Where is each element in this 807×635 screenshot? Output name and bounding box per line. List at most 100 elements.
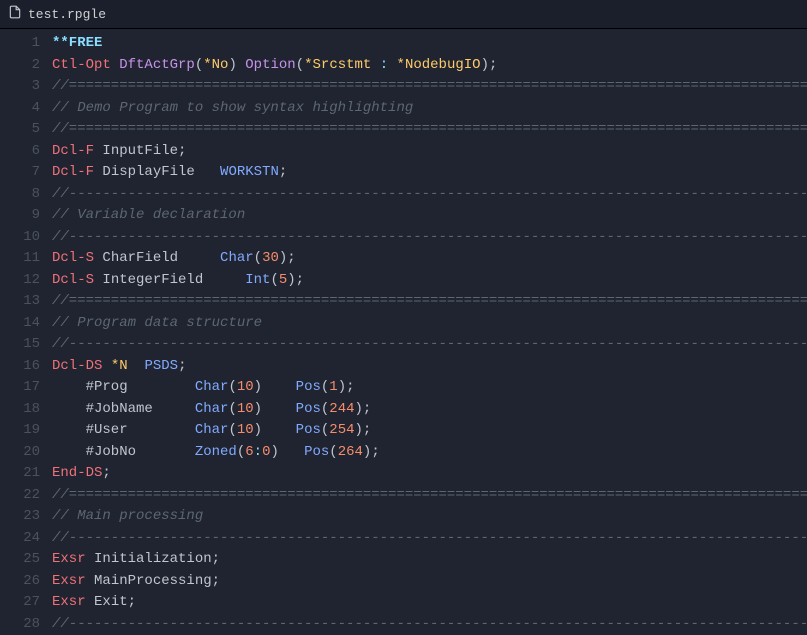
line-number: 27 <box>0 592 40 614</box>
line-number: 23 <box>0 506 40 528</box>
line-number: 5 <box>0 119 40 141</box>
token-num: 30 <box>262 250 279 266</box>
code-line[interactable]: Dcl-S CharField Char(30); <box>52 248 807 270</box>
code-line[interactable]: Dcl-S IntegerField Int(5); <box>52 270 807 292</box>
code-line[interactable]: #Prog Char(10) Pos(1); <box>52 377 807 399</box>
token-op: : <box>380 57 388 73</box>
token-pun: ); <box>287 272 304 288</box>
token-type: Pos <box>296 401 321 417</box>
token-pun: ( <box>195 57 203 73</box>
line-number: 6 <box>0 141 40 163</box>
token-pun: ) <box>254 379 296 395</box>
token-txt <box>371 57 379 73</box>
line-number: 8 <box>0 184 40 206</box>
code-line[interactable]: Exsr Exit; <box>52 592 807 614</box>
code-line[interactable]: //--------------------------------------… <box>52 614 807 635</box>
code-line[interactable]: //--------------------------------------… <box>52 227 807 249</box>
code-line[interactable]: //======================================… <box>52 291 807 313</box>
token-txt: InputFile; <box>94 143 186 159</box>
token-txt: #User <box>52 422 195 438</box>
code-line[interactable]: //--------------------------------------… <box>52 334 807 356</box>
token-cmt: //======================================… <box>52 487 807 503</box>
token-pun: ) <box>228 57 245 73</box>
line-number: 18 <box>0 399 40 421</box>
token-pun: ) <box>254 401 296 417</box>
line-number: 26 <box>0 571 40 593</box>
line-number: 22 <box>0 485 40 507</box>
token-pun: ); <box>355 422 372 438</box>
token-cmt: //======================================… <box>52 121 807 137</box>
token-pun: ( <box>254 250 262 266</box>
token-type: Char <box>195 422 229 438</box>
token-txt: CharField <box>94 250 220 266</box>
token-kw2: DftActGrp <box>119 57 195 73</box>
line-number: 25 <box>0 549 40 571</box>
code-line[interactable]: Dcl-DS *N PSDS; <box>52 356 807 378</box>
code-line[interactable]: //======================================… <box>52 485 807 507</box>
token-kw1: Exsr <box>52 594 86 610</box>
token-txt: MainProcessing; <box>86 573 220 589</box>
token-cmt: // Demo Program to show syntax highlight… <box>52 100 413 116</box>
token-kw1: Dcl-S <box>52 272 94 288</box>
token-type: Zoned <box>195 444 237 460</box>
token-num: 1 <box>329 379 337 395</box>
code-line[interactable]: #JobName Char(10) Pos(244); <box>52 399 807 421</box>
code-line[interactable]: #JobNo Zoned(6:0) Pos(264); <box>52 442 807 464</box>
code-line[interactable]: End-DS; <box>52 463 807 485</box>
token-pun: ( <box>270 272 278 288</box>
token-txt: DisplayFile <box>94 164 220 180</box>
token-free: **FREE <box>52 35 102 51</box>
line-number: 4 <box>0 98 40 120</box>
code-line[interactable]: #User Char(10) Pos(254); <box>52 420 807 442</box>
code-line[interactable]: // Program data structure <box>52 313 807 335</box>
token-kw2: Option <box>245 57 295 73</box>
code-line[interactable]: Dcl-F InputFile; <box>52 141 807 163</box>
token-pun: ( <box>296 57 304 73</box>
editor[interactable]: 1234567891011121314151617181920212223242… <box>0 29 807 635</box>
token-pun: ); <box>279 250 296 266</box>
line-number: 2 <box>0 55 40 77</box>
code-line[interactable]: //--------------------------------------… <box>52 528 807 550</box>
code-line[interactable]: //======================================… <box>52 76 807 98</box>
token-type: Char <box>220 250 254 266</box>
token-type: Pos <box>296 422 321 438</box>
code-line[interactable]: // Demo Program to show syntax highlight… <box>52 98 807 120</box>
token-num: 10 <box>237 401 254 417</box>
code-line[interactable]: **FREE <box>52 33 807 55</box>
code-area[interactable]: **FREE Ctl-Opt DftActGrp(*No) Option(*Src… <box>52 33 807 635</box>
token-cmt: // Program data structure <box>52 315 262 331</box>
token-kw1: Dcl-F <box>52 164 94 180</box>
file-name: test.rpgle <box>28 7 106 22</box>
code-line[interactable]: Ctl-Opt DftActGrp(*No) Option(*Srcstmt :… <box>52 55 807 77</box>
titlebar: test.rpgle <box>0 0 807 29</box>
code-line[interactable]: //======================================… <box>52 119 807 141</box>
token-type: WORKSTN <box>220 164 279 180</box>
line-number: 21 <box>0 463 40 485</box>
token-cmt: //======================================… <box>52 293 807 309</box>
token-pun: ); <box>355 401 372 417</box>
line-number: 15 <box>0 334 40 356</box>
line-number: 10 <box>0 227 40 249</box>
code-line[interactable]: // Main processing <box>52 506 807 528</box>
token-pun: ( <box>228 401 236 417</box>
token-cmt: // Variable declaration <box>52 207 245 223</box>
token-kw1: Ctl-Opt <box>52 57 111 73</box>
file-icon <box>8 5 28 24</box>
token-pun: ( <box>329 444 337 460</box>
token-kw1: Dcl-S <box>52 250 94 266</box>
token-pun: ); <box>481 57 498 73</box>
token-type: Char <box>195 379 229 395</box>
code-line[interactable]: //--------------------------------------… <box>52 184 807 206</box>
token-num: 254 <box>329 422 354 438</box>
line-number: 13 <box>0 291 40 313</box>
token-cmt: //--------------------------------------… <box>52 530 807 546</box>
code-line[interactable]: Exsr Initialization; <box>52 549 807 571</box>
code-line[interactable]: Dcl-F DisplayFile WORKSTN; <box>52 162 807 184</box>
line-number: 9 <box>0 205 40 227</box>
token-num: 10 <box>237 422 254 438</box>
token-txt: #JobName <box>52 401 195 417</box>
token-num: 264 <box>338 444 363 460</box>
code-line[interactable]: Exsr MainProcessing; <box>52 571 807 593</box>
line-number: 24 <box>0 528 40 550</box>
code-line[interactable]: // Variable declaration <box>52 205 807 227</box>
